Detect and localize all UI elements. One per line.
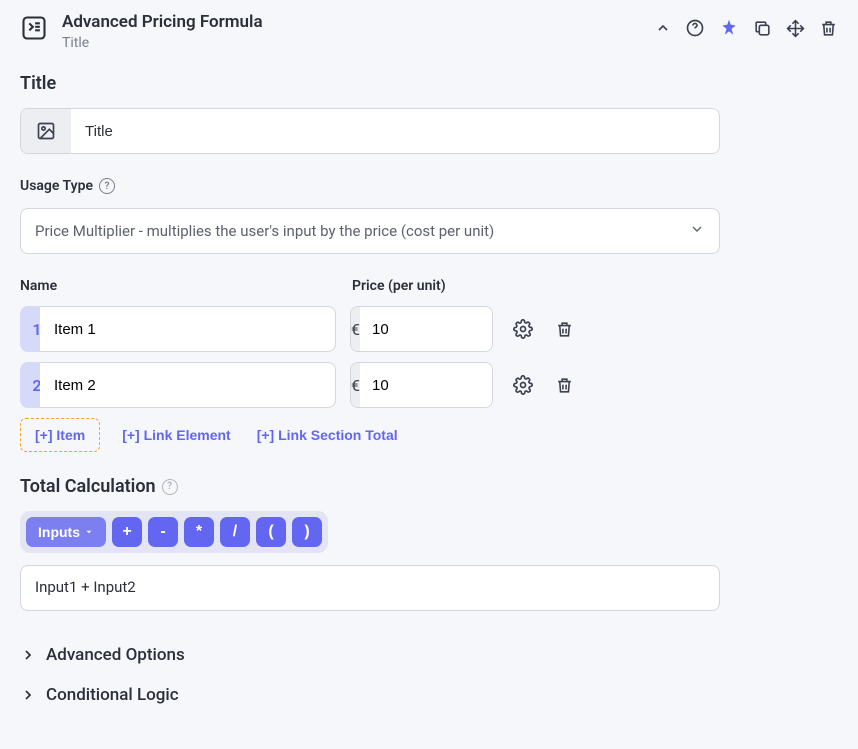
usage-type-label: Usage Type ? (20, 178, 838, 194)
item-settings-button[interactable] (513, 319, 533, 339)
inputs-btn-label: Inputs (38, 524, 80, 540)
help-icon[interactable]: ? (99, 178, 115, 194)
formula-block-icon (20, 14, 48, 42)
item-delete-button[interactable] (555, 376, 574, 395)
advanced-options-toggle[interactable]: Advanced Options (20, 635, 838, 675)
inputs-dropdown-button[interactable]: Inputs (26, 517, 106, 547)
item-row: 2 € (20, 362, 838, 408)
usage-type-section: Usage Type ? Price Multiplier - multipli… (20, 178, 838, 254)
item-price-input[interactable] (360, 307, 493, 351)
items-header: Name Price (per unit) (20, 278, 838, 294)
item-row: 1 € (20, 306, 838, 352)
add-buttons: [+] Item [+] Link Element [+] Link Secti… (20, 418, 838, 452)
op-minus-button[interactable]: - (148, 517, 178, 547)
calc-label-text: Total Calculation (20, 476, 156, 497)
item-name-input[interactable] (40, 306, 336, 352)
item-settings-button[interactable] (513, 375, 533, 395)
item-delete-button[interactable] (555, 320, 574, 339)
op-lparen-button[interactable]: ( (256, 517, 286, 547)
op-multiply-button[interactable]: * (184, 517, 214, 547)
wizard-icon[interactable] (719, 18, 739, 38)
chevron-down-icon (689, 221, 705, 241)
items-section: Name Price (per unit) 1 € 2 € (20, 278, 838, 452)
op-divide-button[interactable]: / (220, 517, 250, 547)
link-element-button[interactable]: [+] Link Element (118, 419, 235, 451)
image-icon[interactable] (21, 109, 71, 153)
calc-toolbar: Inputs + - * / ( ) (20, 511, 328, 553)
header-left: Advanced Pricing Formula Title (20, 12, 263, 51)
header-subtitle: Title (62, 35, 263, 51)
op-plus-button[interactable]: + (112, 517, 142, 547)
usage-type-value: Price Multiplier - multiplies the user's… (35, 222, 494, 240)
add-item-button[interactable]: [+] Item (20, 418, 100, 452)
advanced-options-label: Advanced Options (46, 645, 185, 665)
panel-header: Advanced Pricing Formula Title (20, 12, 838, 51)
price-column-label: Price (per unit) (352, 278, 446, 294)
calc-label: Total Calculation ? (20, 476, 838, 497)
formula-input[interactable]: Input1 + Input2 (20, 565, 720, 611)
conditional-logic-toggle[interactable]: Conditional Logic (20, 675, 838, 715)
calc-section: Total Calculation ? Inputs + - * / ( ) I… (20, 476, 838, 611)
title-section: Title (20, 73, 838, 154)
move-button[interactable] (786, 19, 805, 38)
usage-type-label-text: Usage Type (20, 178, 93, 194)
title-label: Title (20, 73, 838, 94)
name-column-label: Name (20, 278, 336, 294)
currency-prefix: € (351, 307, 360, 351)
item-price-input[interactable] (360, 363, 493, 407)
link-section-total-button[interactable]: [+] Link Section Total (253, 419, 402, 451)
item-name-input[interactable] (40, 362, 336, 408)
help-icon[interactable] (685, 18, 705, 38)
header-actions (655, 18, 838, 38)
currency-prefix: € (351, 363, 360, 407)
collapse-button[interactable] (655, 20, 671, 36)
help-icon[interactable]: ? (162, 479, 178, 495)
op-rparen-button[interactable]: ) (292, 517, 322, 547)
usage-type-select[interactable]: Price Multiplier - multiplies the user's… (20, 208, 720, 254)
title-input-wrap (20, 108, 720, 154)
conditional-logic-label: Conditional Logic (46, 685, 179, 705)
title-input[interactable] (71, 109, 719, 153)
duplicate-button[interactable] (753, 19, 772, 38)
header-title: Advanced Pricing Formula (62, 12, 263, 32)
delete-button[interactable] (819, 19, 838, 38)
